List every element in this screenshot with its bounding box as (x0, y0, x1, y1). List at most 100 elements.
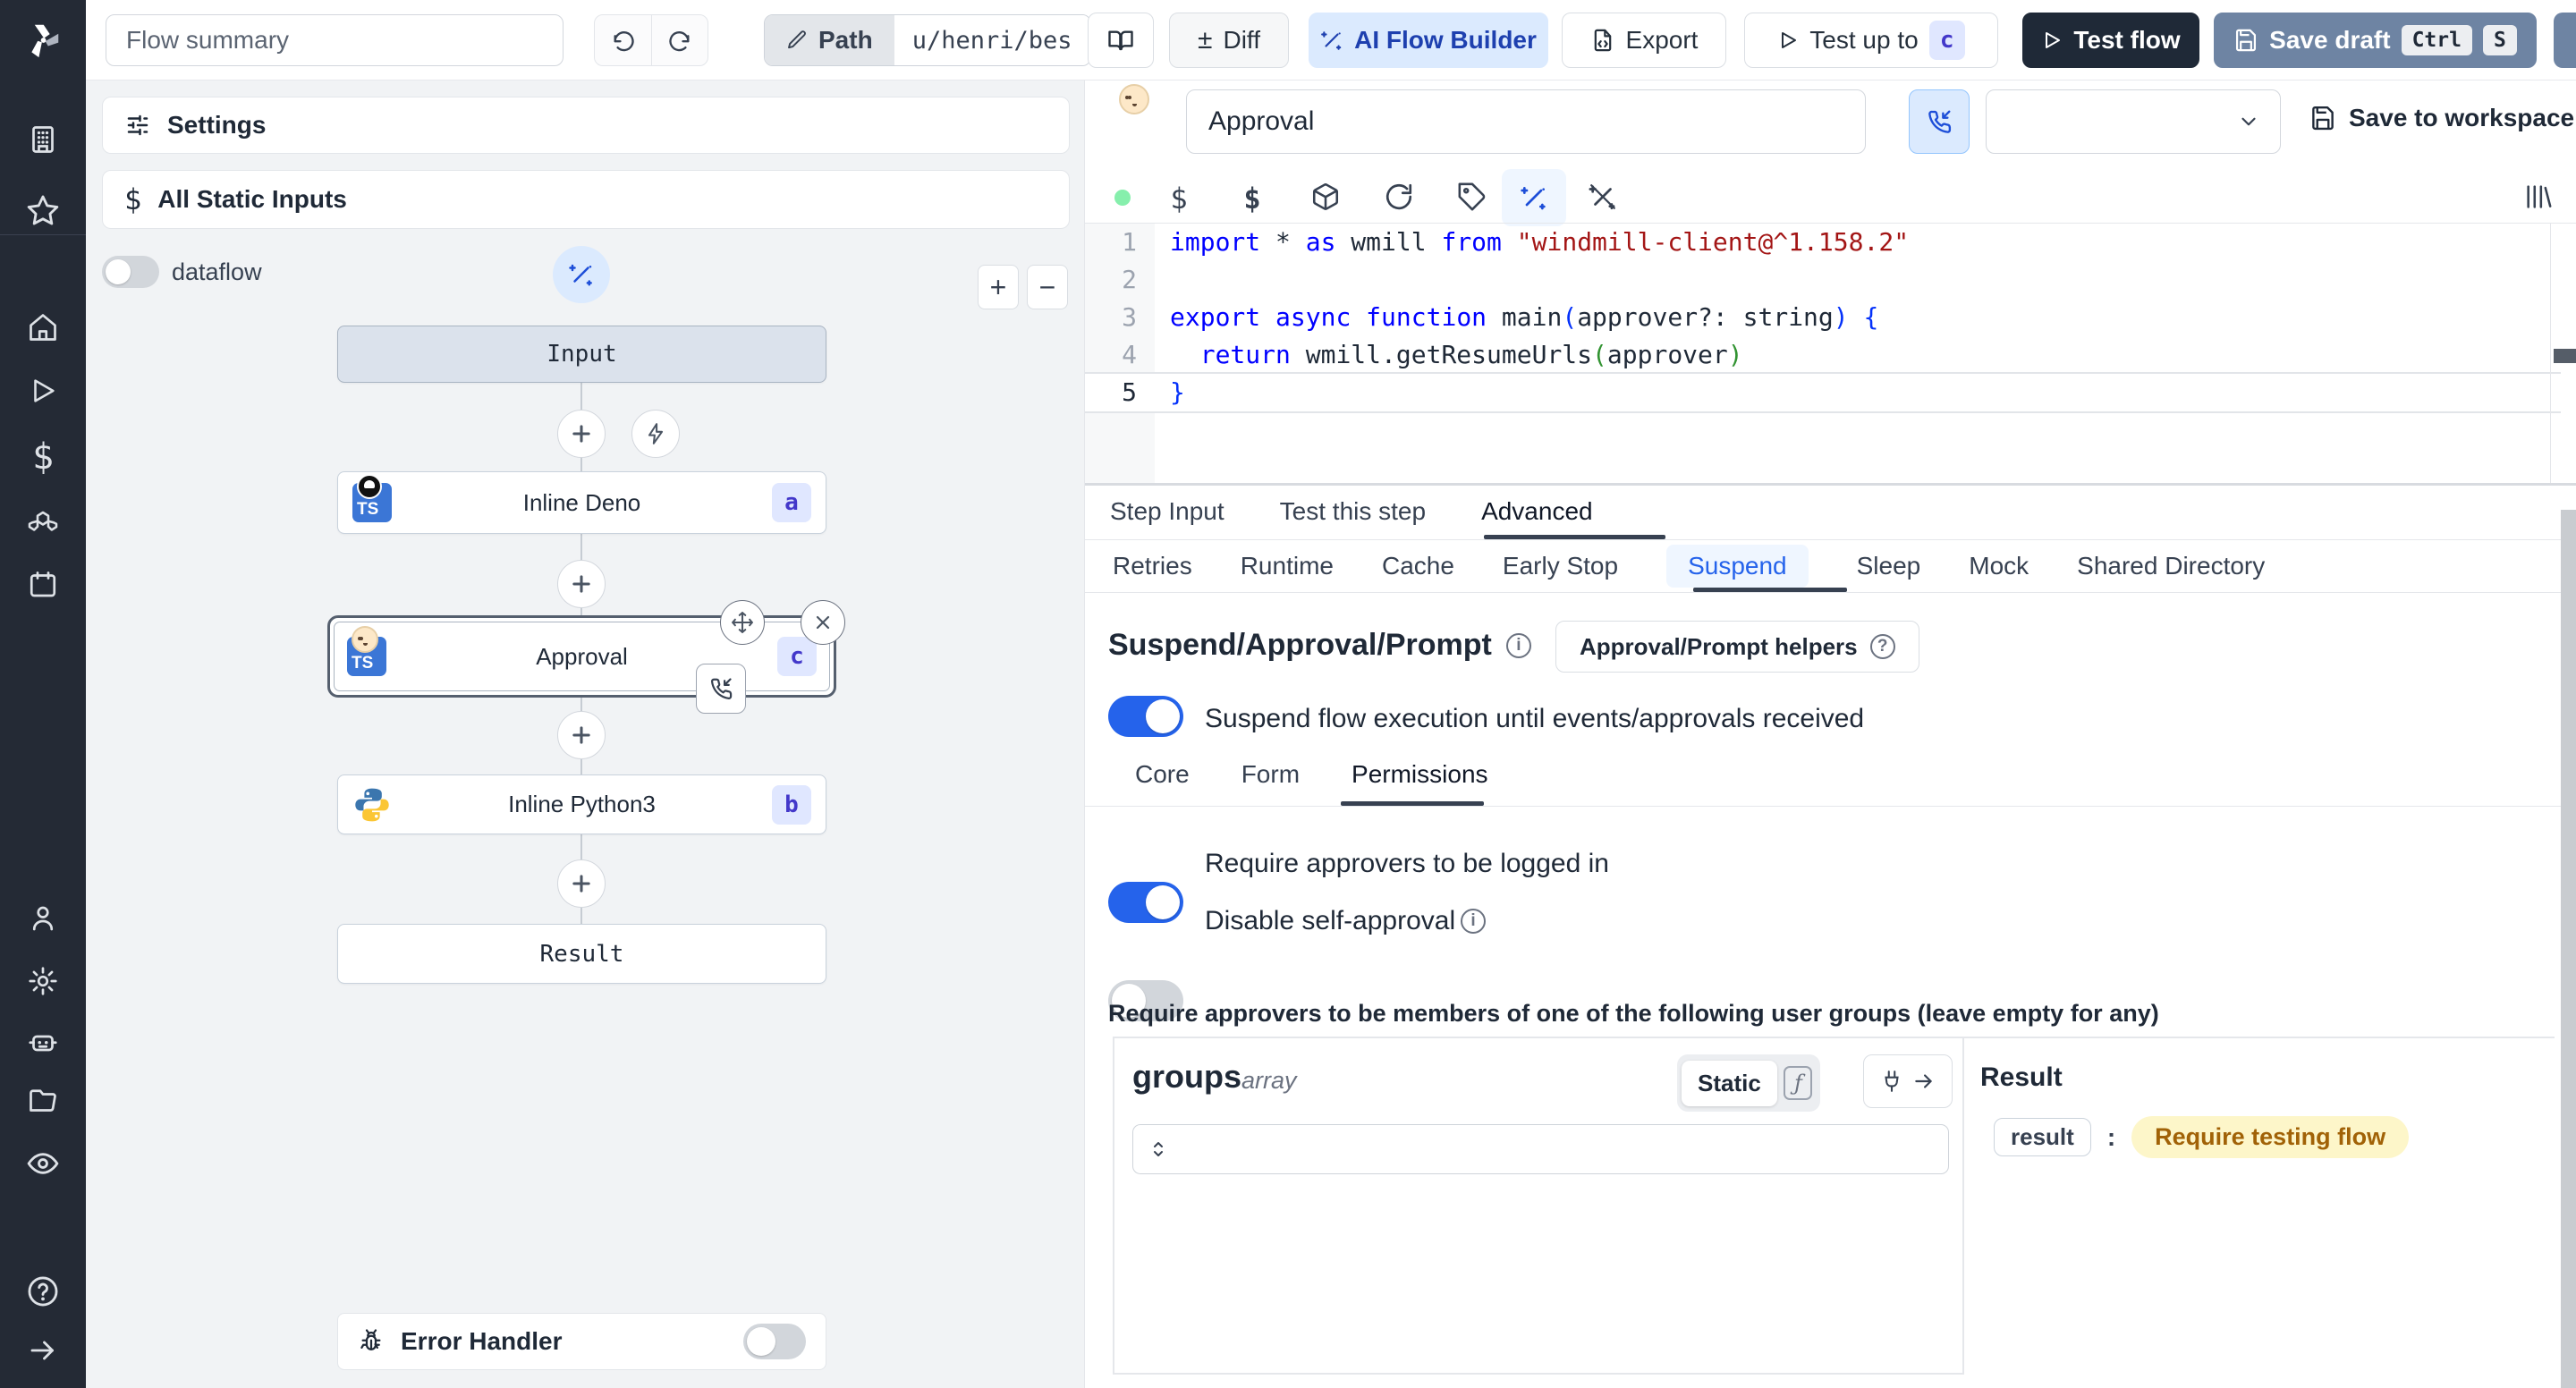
suspend-phone-badge[interactable] (696, 664, 746, 714)
export-button[interactable]: Export (1562, 13, 1726, 68)
dataflow-toggle[interactable] (102, 256, 159, 288)
connect-input-button[interactable] (1863, 1054, 1953, 1108)
schedules-calendar-icon[interactable] (27, 569, 59, 601)
zoom-in-button[interactable]: + (978, 265, 1019, 309)
diff-button[interactable]: ± Diff (1169, 13, 1289, 68)
redo-button[interactable] (651, 15, 708, 65)
tab-core[interactable]: Core (1135, 760, 1190, 789)
wand-off-icon[interactable] (1588, 182, 1618, 212)
reload-icon[interactable] (1384, 182, 1414, 212)
resources-dollar-icon[interactable]: $ (1237, 182, 1267, 216)
script-tag-icon[interactable] (1457, 182, 1487, 212)
favorites-star-icon[interactable] (26, 193, 60, 227)
users-icon[interactable] (27, 902, 59, 935)
add-step-button-1[interactable] (557, 410, 606, 458)
test-up-to-button[interactable]: Test up to c (1744, 13, 1998, 68)
delete-step-button[interactable] (801, 600, 845, 645)
suspend-toggle[interactable] (1108, 696, 1183, 737)
audit-eye-icon[interactable] (26, 1147, 60, 1181)
path-group[interactable]: Path u/henri/bes (764, 14, 1091, 66)
settings-gear-icon[interactable] (27, 965, 59, 997)
flow-summary-input[interactable] (106, 14, 564, 66)
library-icon[interactable] (2523, 182, 2554, 212)
step-name-input[interactable] (1186, 89, 1866, 154)
error-handler-toggle[interactable] (743, 1324, 806, 1359)
tab-suspend-active[interactable]: Suspend (1666, 545, 1809, 588)
node-input[interactable]: Input (337, 326, 826, 383)
ai-assistant-active-pill[interactable] (1502, 169, 1566, 226)
code-lines[interactable]: import * as wmill from "windmill-client@… (1170, 224, 2547, 411)
tag-select[interactable] (1986, 89, 2281, 154)
info-icon[interactable]: i (1461, 909, 1486, 934)
tab-mock[interactable]: Mock (1969, 552, 2029, 580)
static-mode-button[interactable]: Static (1682, 1060, 1777, 1106)
home-icon[interactable] (27, 311, 59, 343)
help-icon[interactable] (26, 1274, 60, 1308)
add-step-button-2[interactable] (557, 560, 606, 608)
tab-early-stop[interactable]: Early Stop (1503, 552, 1618, 580)
save-draft-button[interactable]: Save draft Ctrl S (2214, 13, 2537, 68)
tab-permissions-active[interactable]: Permissions (1352, 760, 1487, 789)
node-result[interactable]: Result (337, 924, 826, 984)
add-step-button-3[interactable] (557, 711, 606, 759)
save-to-workspace-button[interactable]: Save to workspace (2309, 104, 2574, 132)
tab-runtime[interactable]: Runtime (1241, 552, 1334, 580)
path-value[interactable]: u/henri/bes (894, 15, 1090, 65)
workers-robot-icon[interactable] (27, 1026, 59, 1058)
chevrons-up-down-icon (1154, 1142, 1163, 1156)
sliders-icon (127, 114, 148, 136)
play-icon (1782, 32, 1797, 48)
test-flow-button[interactable]: Test flow (2022, 13, 2199, 68)
approval-prompt-helpers-button[interactable]: Approval/Prompt helpers ? (1555, 621, 1919, 673)
result-key-chip[interactable]: result (1994, 1118, 2091, 1156)
error-handler-row[interactable]: Error Handler (337, 1313, 826, 1370)
node-inline-deno[interactable]: TS Inline Deno a (337, 471, 826, 534)
windmill-logo[interactable] (0, 0, 86, 80)
package-icon[interactable] (1310, 182, 1341, 212)
suspend-phone-toggle-button[interactable] (1909, 89, 1970, 154)
result-value-badge[interactable]: Require testing flow (2131, 1116, 2410, 1158)
tab-retries[interactable]: Retries (1113, 552, 1192, 580)
tab-cache[interactable]: Cache (1382, 552, 1454, 580)
path-button[interactable]: Path (765, 15, 894, 65)
tab-test-this-step[interactable]: Test this step (1280, 497, 1426, 526)
require-login-toggle[interactable] (1108, 882, 1183, 923)
all-static-inputs-row[interactable]: $ All Static Inputs (102, 170, 1070, 229)
flow-settings-row[interactable]: Settings (102, 97, 1070, 154)
panel-scrollbar[interactable] (2561, 510, 2576, 1388)
windmill-flow-editor: $ Flow summary Path u/henri/bes ± Diff A… (0, 0, 2576, 1388)
tab-form[interactable]: Form (1241, 760, 1300, 789)
tab-shared-directory[interactable]: Shared Directory (2077, 552, 2265, 580)
workspace-icon[interactable] (27, 123, 59, 156)
add-step-button-4[interactable] (557, 859, 606, 908)
runs-play-icon[interactable] (28, 376, 58, 406)
folders-icon[interactable] (27, 1085, 59, 1117)
variables-dollar-icon[interactable]: $ (32, 436, 54, 478)
top-toolbar: Path u/henri/bes ± Diff AI Flow Builder … (86, 0, 2576, 80)
javascript-expr-button[interactable]: ƒ (1781, 1062, 1816, 1104)
suspend-heading-row: Suspend/Approval/Prompt i (1108, 628, 1531, 663)
panel-resizer[interactable] (1085, 483, 2576, 486)
zoom-out-button[interactable]: − (1027, 265, 1068, 309)
tab-step-input[interactable]: Step Input (1110, 497, 1224, 526)
info-icon[interactable]: i (1505, 632, 1531, 658)
file-export-icon (1594, 29, 1611, 52)
expand-arrow-icon[interactable] (27, 1334, 59, 1367)
add-trigger-button[interactable] (631, 410, 680, 458)
deploy-button-partial[interactable] (2554, 13, 2576, 68)
node-inline-python[interactable]: Inline Python3 b (337, 774, 826, 834)
groups-array-input[interactable] (1132, 1124, 1949, 1174)
dataflow-label: dataflow (172, 258, 262, 285)
move-step-button[interactable] (720, 600, 765, 645)
editor-scrollbar-thumb[interactable] (2554, 349, 2576, 363)
graph-ai-wand-button[interactable] (553, 246, 610, 303)
save-icon (2312, 106, 2334, 131)
variables-dollar-icon[interactable]: $ (1164, 182, 1194, 216)
undo-button[interactable] (595, 15, 651, 65)
ai-flow-builder-button[interactable]: AI Flow Builder (1309, 13, 1548, 68)
docs-book-button[interactable] (1088, 13, 1154, 68)
tab-sleep[interactable]: Sleep (1857, 552, 1921, 580)
tab-advanced-active[interactable]: Advanced (1481, 497, 1593, 526)
resources-cubes-icon[interactable] (27, 504, 59, 537)
kbd-s: S (2482, 25, 2517, 55)
